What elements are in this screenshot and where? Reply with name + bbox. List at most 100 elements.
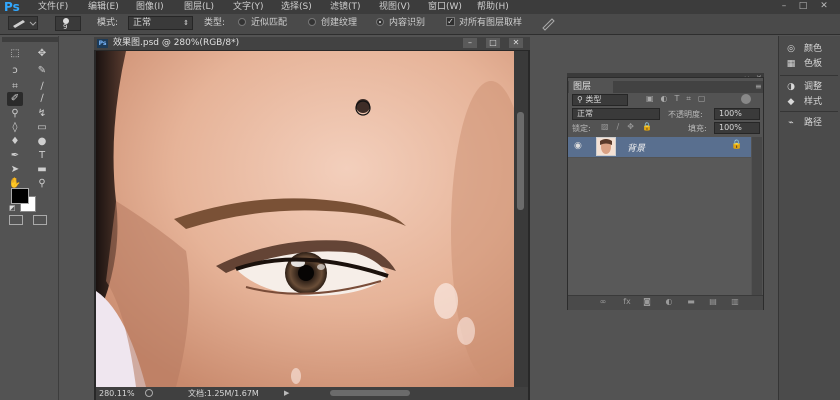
face-thumbnail: [597, 138, 615, 155]
layers-scrollbar[interactable]: [752, 137, 762, 295]
type-proximity-label: 近似匹配: [251, 18, 288, 28]
eye-icon[interactable]: ◉: [574, 141, 582, 151]
quick-mask-icon[interactable]: [9, 215, 23, 225]
lasso-tool-icon[interactable]: ↄ: [7, 64, 23, 78]
type-texture-label: 创建纹理: [321, 18, 358, 28]
horizontal-scrollbar-thumb[interactable]: [330, 390, 410, 396]
type-proximity-radio[interactable]: [238, 18, 246, 26]
opacity-value: 100%: [719, 109, 742, 118]
tool-preset-picker[interactable]: [8, 16, 38, 30]
type-tool-icon[interactable]: T: [34, 149, 50, 163]
opacity-field[interactable]: 100%: [714, 108, 760, 120]
filter-toggle-icon[interactable]: [741, 94, 751, 104]
doc-maximize-button[interactable]: □: [486, 38, 500, 48]
fill-value: 100%: [719, 123, 742, 132]
brush-size-label: 9: [63, 23, 68, 31]
dock-paths-label: 路径: [804, 118, 823, 128]
link-layers-icon[interactable]: ∞: [598, 297, 608, 307]
doc-minimize-button[interactable]: –: [463, 38, 477, 48]
brush-tool-icon[interactable]: ∕: [34, 92, 50, 106]
tab-layers[interactable]: 图层: [569, 81, 613, 93]
new-group-icon[interactable]: ▬: [686, 297, 696, 307]
menu-help[interactable]: 帮助(H): [477, 0, 509, 14]
dock-color[interactable]: ◎ 颜色: [784, 42, 840, 56]
screen-mode-icon[interactable]: [33, 215, 47, 225]
layer-style-icon[interactable]: fx: [622, 297, 632, 307]
mode-select[interactable]: 正常 ⇕: [128, 16, 193, 30]
styles-icon: ◆: [787, 97, 795, 107]
blur-tool-icon[interactable]: ♦: [7, 135, 23, 149]
dock-styles[interactable]: ◆ 样式: [784, 95, 840, 109]
app-logo: Ps: [4, 0, 20, 14]
layer-filter-select[interactable]: ⚲ 类型: [572, 94, 628, 106]
menu-layer[interactable]: 图层(L): [184, 0, 214, 14]
default-colors-icon[interactable]: ◩: [9, 204, 17, 212]
dropdown-arrow-icon: ⇕: [183, 19, 189, 27]
dock-adjustments[interactable]: ◑ 调整: [784, 80, 840, 94]
brush-picker[interactable]: 9: [55, 16, 81, 31]
menu-image[interactable]: 图像(I): [136, 0, 164, 14]
rectangle-tool-icon[interactable]: ▬: [34, 163, 50, 177]
move-tool-icon[interactable]: ✥: [34, 47, 50, 61]
spot-healing-tool-icon[interactable]: ✐: [7, 92, 23, 106]
menu-window[interactable]: 窗口(W): [428, 0, 462, 14]
paths-icon: ⌁: [788, 118, 794, 128]
status-bar: [96, 387, 528, 400]
zoom-tool-icon[interactable]: ⚲: [34, 177, 50, 191]
document-title: 效果图.psd @ 280%(RGB/8*): [113, 38, 240, 48]
layer-filter-icons[interactable]: ▣◐T⌗▢: [646, 94, 713, 104]
dodge-tool-icon[interactable]: ●: [34, 135, 50, 149]
opacity-label: 不透明度:: [668, 110, 703, 119]
doc-close-button[interactable]: ✕: [509, 38, 523, 48]
sample-all-layers-checkbox[interactable]: ✓: [446, 17, 455, 26]
vertical-scrollbar-thumb[interactable]: [517, 112, 524, 210]
type-content-aware-label: 内容识别: [389, 18, 426, 28]
document-canvas[interactable]: [96, 51, 514, 387]
menu-bar: [0, 0, 840, 14]
status-info-icon[interactable]: [145, 389, 153, 397]
layer-filter-label: 类型: [585, 95, 602, 104]
sample-all-layers-label: 对所有图层取样: [459, 18, 523, 28]
dock-color-label: 颜色: [804, 44, 823, 54]
vertical-scrollbar[interactable]: [514, 51, 528, 387]
gradient-tool-icon[interactable]: ▭: [34, 121, 50, 135]
dock-swatches[interactable]: ▦ 色板: [784, 57, 840, 71]
dock-paths[interactable]: ⌁ 路径: [784, 116, 840, 130]
new-layer-icon[interactable]: ▤: [708, 297, 718, 307]
status-menu-arrow-icon[interactable]: ▶: [284, 388, 289, 399]
swatches-icon: ▦: [786, 59, 796, 69]
marquee-tool-icon[interactable]: ⬚: [7, 47, 23, 61]
menu-type[interactable]: 文字(Y): [233, 0, 264, 14]
adjustment-layer-icon[interactable]: ◐: [664, 297, 674, 307]
dock-adjustments-label: 调整: [804, 82, 823, 92]
pen-tool-icon[interactable]: ✒: [7, 149, 23, 163]
layer-mask-icon[interactable]: ◙: [642, 297, 652, 307]
menu-file[interactable]: 文件(F): [38, 0, 68, 14]
path-selection-tool-icon[interactable]: ➤: [7, 163, 23, 177]
dock-swatches-label: 色板: [804, 59, 823, 69]
layer-thumbnail[interactable]: [596, 137, 616, 156]
clone-stamp-tool-icon[interactable]: ⚲: [7, 107, 23, 121]
menu-view[interactable]: 视图(V): [379, 0, 410, 14]
menu-select[interactable]: 选择(S): [281, 0, 312, 14]
fill-field[interactable]: 100%: [714, 122, 760, 134]
menu-edit[interactable]: 编辑(E): [88, 0, 119, 14]
close-button[interactable]: ✕: [818, 1, 830, 12]
type-texture-radio[interactable]: [308, 18, 316, 26]
zoom-level[interactable]: 280.11%: [99, 388, 135, 399]
pressure-size-button[interactable]: [540, 16, 558, 31]
maximize-button[interactable]: □: [797, 1, 809, 12]
pen-pressure-icon: [542, 18, 555, 31]
history-brush-tool-icon[interactable]: ↯: [34, 107, 50, 121]
foreground-color-swatch[interactable]: [11, 188, 29, 204]
quick-selection-tool-icon[interactable]: ✎: [34, 64, 50, 78]
layer-name[interactable]: 背景: [627, 141, 645, 154]
blend-mode-select[interactable]: 正常: [572, 108, 660, 120]
type-content-aware-radio[interactable]: [376, 18, 384, 26]
eraser-tool-icon[interactable]: ◊: [7, 121, 23, 135]
panel-menu-icon[interactable]: ≡: [755, 82, 762, 91]
delete-layer-icon[interactable]: ▥: [730, 297, 740, 307]
minimize-button[interactable]: –: [778, 1, 790, 12]
menu-filter[interactable]: 滤镜(T): [330, 0, 361, 14]
lock-icons[interactable]: ▨∕✥🔒: [601, 122, 660, 131]
